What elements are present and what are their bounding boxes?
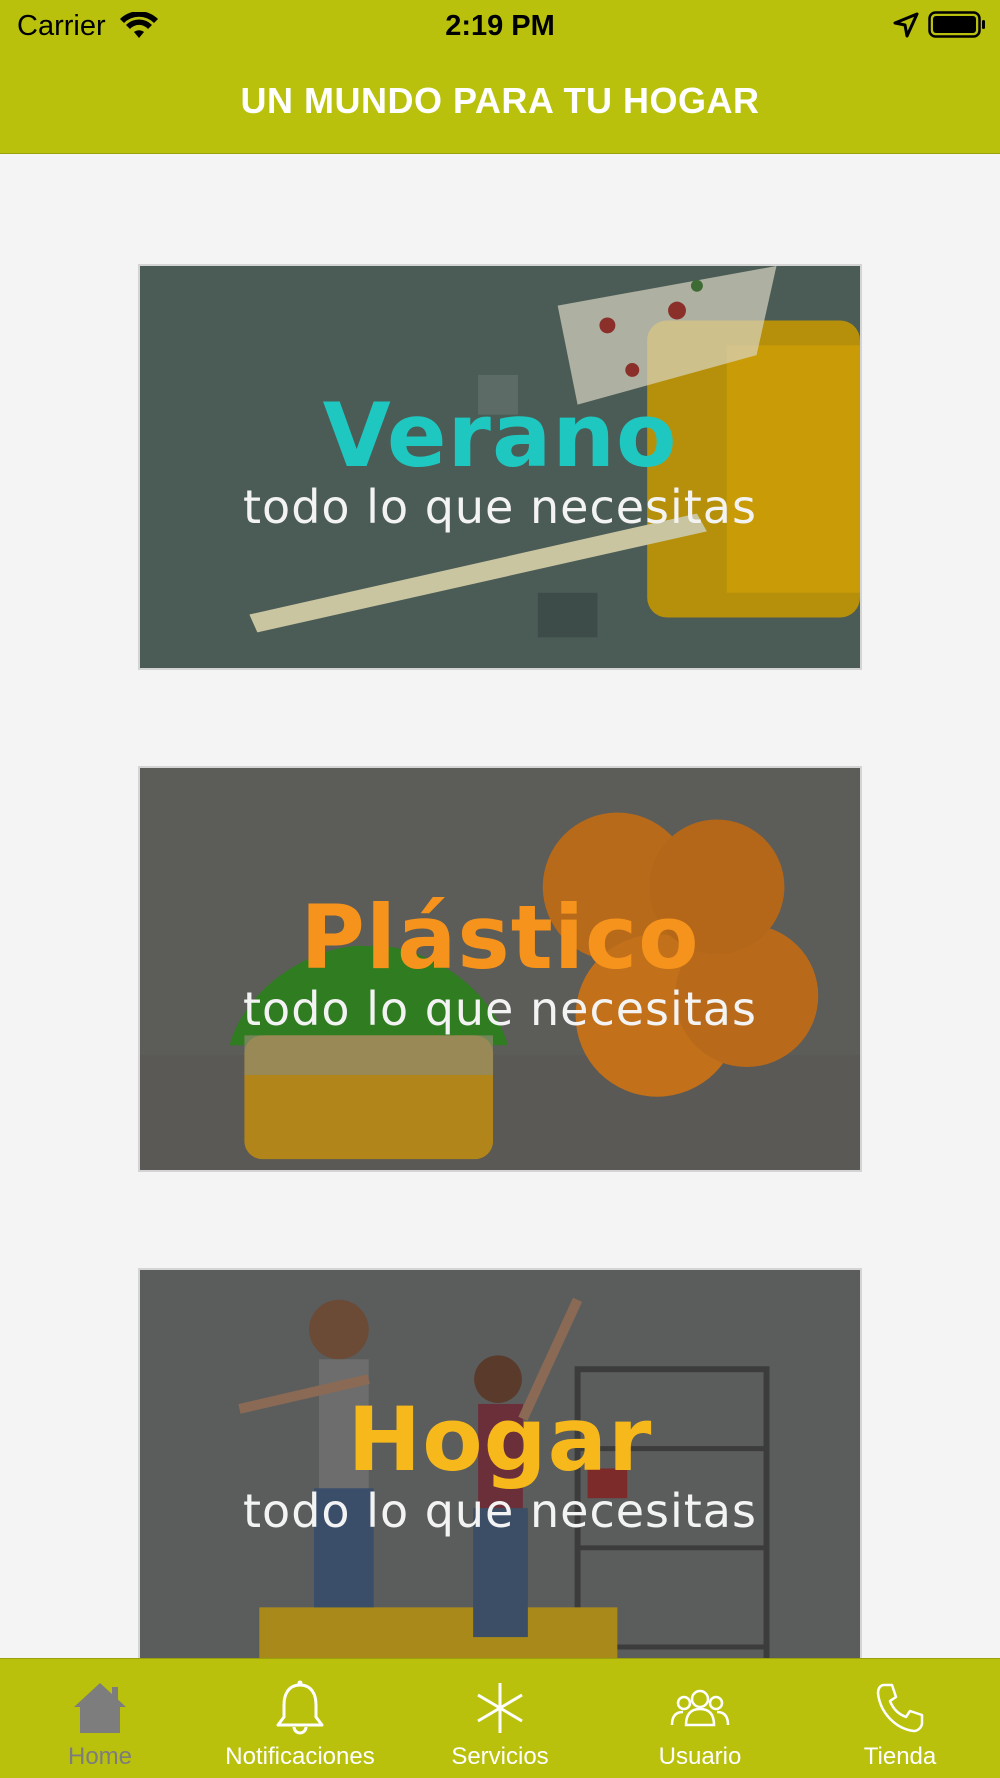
phone-icon — [876, 1683, 924, 1733]
users-icon — [670, 1689, 730, 1727]
status-bar: Carrier 2:19 PM — [0, 0, 1000, 52]
banner-subtitle: todo lo que necesitas — [243, 480, 757, 534]
battery-icon — [928, 11, 985, 38]
tab-label: Notificaciones — [225, 1743, 375, 1770]
tab-label: Servicios — [451, 1743, 549, 1770]
tab-home[interactable]: Home — [0, 1659, 200, 1778]
app-screen: Carrier 2:19 PM UN MUNDO PARA TU HOGAR V… — [0, 0, 1000, 1778]
banner-heading: Hogar — [347, 1388, 653, 1491]
bell-icon — [276, 1680, 324, 1735]
tab-notificaciones[interactable]: Notificaciones — [200, 1659, 400, 1778]
header-bar: Carrier 2:19 PM UN MUNDO PARA TU HOGAR — [0, 0, 1000, 154]
tab-label: Home — [67, 1743, 133, 1770]
tab-servicios[interactable]: Servicios — [400, 1659, 600, 1778]
page-title: UN MUNDO PARA TU HOGAR — [240, 80, 760, 121]
banner-subtitle: todo lo que necesitas — [243, 1484, 757, 1538]
banner-verano[interactable]: Verano todo lo que necesitas — [138, 264, 862, 670]
tab-tienda[interactable]: Tienda — [800, 1659, 1000, 1778]
tab-label: Tienda — [863, 1743, 937, 1770]
tab-bar: Home Notificaciones Servicios Usuario Ti… — [0, 1658, 1000, 1778]
banner-heading: Plástico — [300, 886, 700, 989]
location-arrow-icon — [893, 12, 919, 38]
tab-usuario[interactable]: Usuario — [600, 1659, 800, 1778]
banner-plastico[interactable]: Plástico todo lo que necesitas — [138, 766, 862, 1172]
status-time: 2:19 PM — [445, 10, 555, 42]
banner-heading: Verano — [322, 384, 678, 487]
asterisk-icon — [477, 1683, 523, 1733]
home-icon — [74, 1683, 126, 1733]
banner-subtitle: todo lo que necesitas — [243, 982, 757, 1036]
tab-label: Usuario — [658, 1743, 742, 1770]
